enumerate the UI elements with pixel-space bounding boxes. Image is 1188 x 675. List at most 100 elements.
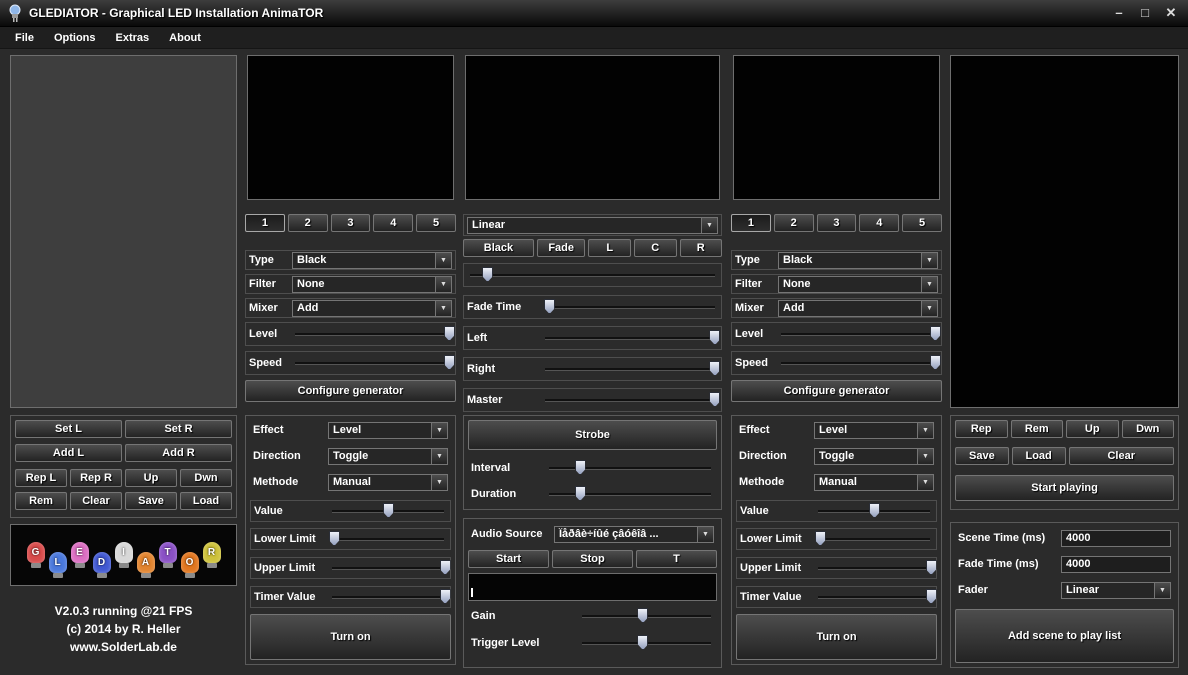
level-slider[interactable] <box>778 325 938 343</box>
page-button-1[interactable]: 1 <box>731 214 771 232</box>
page-button-3[interactable]: 3 <box>331 214 371 232</box>
rep-l-button[interactable]: Rep L <box>15 469 67 487</box>
close-button[interactable]: ✕ <box>1162 5 1180 21</box>
audio-stop-button[interactable]: Stop <box>552 550 633 568</box>
load-button[interactable]: Load <box>180 492 232 510</box>
page-button-2[interactable]: 2 <box>774 214 814 232</box>
page-button-5[interactable]: 5 <box>902 214 942 232</box>
upper-limit-slider[interactable] <box>815 559 933 577</box>
add-l-button[interactable]: Add L <box>15 444 122 462</box>
audio-start-button[interactable]: Start <box>468 550 549 568</box>
slider-thumb[interactable] <box>444 326 455 341</box>
slider-thumb[interactable] <box>926 589 937 604</box>
menu-options[interactable]: Options <box>45 29 105 47</box>
dwn-button[interactable]: Dwn <box>1122 420 1175 438</box>
configure-generator-button[interactable]: Configure generator <box>731 380 942 402</box>
load-button[interactable]: Load <box>1012 447 1066 465</box>
page-button-5[interactable]: 5 <box>416 214 456 232</box>
dwn-button[interactable]: Dwn <box>180 469 232 487</box>
gain-slider[interactable] <box>579 607 714 625</box>
lower-limit-slider[interactable] <box>815 530 933 548</box>
right-button[interactable]: R <box>680 239 723 257</box>
filter-select[interactable]: None ▼ <box>778 276 938 293</box>
rem-button[interactable]: Rem <box>15 492 67 510</box>
filter-select[interactable]: None ▼ <box>292 276 452 293</box>
configure-generator-button[interactable]: Configure generator <box>245 380 456 402</box>
up-button[interactable]: Up <box>125 469 177 487</box>
methode-select[interactable]: Manual ▼ <box>328 474 448 491</box>
add-scene-button[interactable]: Add scene to play list <box>955 609 1174 663</box>
rem-button[interactable]: Rem <box>1011 420 1064 438</box>
duration-slider[interactable] <box>546 485 714 503</box>
slider-thumb[interactable] <box>440 589 451 604</box>
page-button-1[interactable]: 1 <box>245 214 285 232</box>
slider-thumb[interactable] <box>709 392 720 407</box>
turn-on-button[interactable]: Turn on <box>250 614 451 660</box>
slider-thumb[interactable] <box>869 503 880 518</box>
slider-thumb[interactable] <box>637 608 648 623</box>
fader-select[interactable]: Linear ▼ <box>1061 582 1171 599</box>
interval-slider[interactable] <box>546 459 714 477</box>
slider-thumb[interactable] <box>815 531 826 546</box>
slider-thumb[interactable] <box>709 330 720 345</box>
fader-mode-select[interactable]: Linear ▼ <box>467 217 718 234</box>
slider-thumb[interactable] <box>444 355 455 370</box>
clear-button[interactable]: Clear <box>70 492 122 510</box>
effect-select[interactable]: Level ▼ <box>814 422 934 439</box>
page-button-2[interactable]: 2 <box>288 214 328 232</box>
upper-limit-slider[interactable] <box>329 559 447 577</box>
rep-r-button[interactable]: Rep R <box>70 469 122 487</box>
clear-button[interactable]: Clear <box>1069 447 1175 465</box>
maximize-button[interactable]: □ <box>1136 5 1154 21</box>
direction-select[interactable]: Toggle ▼ <box>814 448 934 465</box>
slider-thumb[interactable] <box>637 635 648 650</box>
master-level-slider[interactable] <box>542 391 718 409</box>
slider-thumb[interactable] <box>930 355 941 370</box>
page-button-4[interactable]: 4 <box>373 214 413 232</box>
slider-thumb[interactable] <box>329 531 340 546</box>
value-slider[interactable] <box>329 502 447 520</box>
strobe-button[interactable]: Strobe <box>468 420 717 450</box>
level-slider[interactable] <box>292 325 452 343</box>
crossfade-slider[interactable] <box>467 266 718 284</box>
save-button[interactable]: Save <box>955 447 1009 465</box>
slider-thumb[interactable] <box>930 326 941 341</box>
turn-on-button[interactable]: Turn on <box>736 614 937 660</box>
type-select[interactable]: Black ▼ <box>778 252 938 269</box>
slider-thumb[interactable] <box>575 460 586 475</box>
speed-slider[interactable] <box>292 354 452 372</box>
menu-about[interactable]: About <box>160 29 210 47</box>
direction-select[interactable]: Toggle ▼ <box>328 448 448 465</box>
lower-limit-slider[interactable] <box>329 530 447 548</box>
audio-t-button[interactable]: T <box>636 550 717 568</box>
timer-value-slider[interactable] <box>329 588 447 606</box>
slider-thumb[interactable] <box>482 267 493 282</box>
mixer-select[interactable]: Add ▼ <box>778 300 938 317</box>
page-button-4[interactable]: 4 <box>859 214 899 232</box>
left-level-slider[interactable] <box>542 329 718 347</box>
audio-source-select[interactable]: Ïåðâè÷íûé çâóêîâ ... ▼ <box>554 526 714 543</box>
black-button[interactable]: Black <box>463 239 534 257</box>
type-select[interactable]: Black ▼ <box>292 252 452 269</box>
slider-thumb[interactable] <box>544 299 555 314</box>
fade-time-input[interactable] <box>1061 556 1171 573</box>
menu-extras[interactable]: Extras <box>107 29 159 47</box>
methode-select[interactable]: Manual ▼ <box>814 474 934 491</box>
page-button-3[interactable]: 3 <box>817 214 857 232</box>
slider-thumb[interactable] <box>709 361 720 376</box>
set-l-button[interactable]: Set L <box>15 420 122 438</box>
add-r-button[interactable]: Add R <box>125 444 232 462</box>
save-button[interactable]: Save <box>125 492 177 510</box>
menu-file[interactable]: File <box>6 29 43 47</box>
slider-thumb[interactable] <box>926 560 937 575</box>
center-button[interactable]: C <box>634 239 677 257</box>
slider-thumb[interactable] <box>575 486 586 501</box>
scene-time-input[interactable] <box>1061 530 1171 547</box>
effect-select[interactable]: Level ▼ <box>328 422 448 439</box>
minimize-button[interactable]: – <box>1110 5 1128 21</box>
trigger-level-slider[interactable] <box>579 634 714 652</box>
up-button[interactable]: Up <box>1066 420 1119 438</box>
fade-button[interactable]: Fade <box>537 239 586 257</box>
left-button[interactable]: L <box>588 239 631 257</box>
mixer-select[interactable]: Add ▼ <box>292 300 452 317</box>
